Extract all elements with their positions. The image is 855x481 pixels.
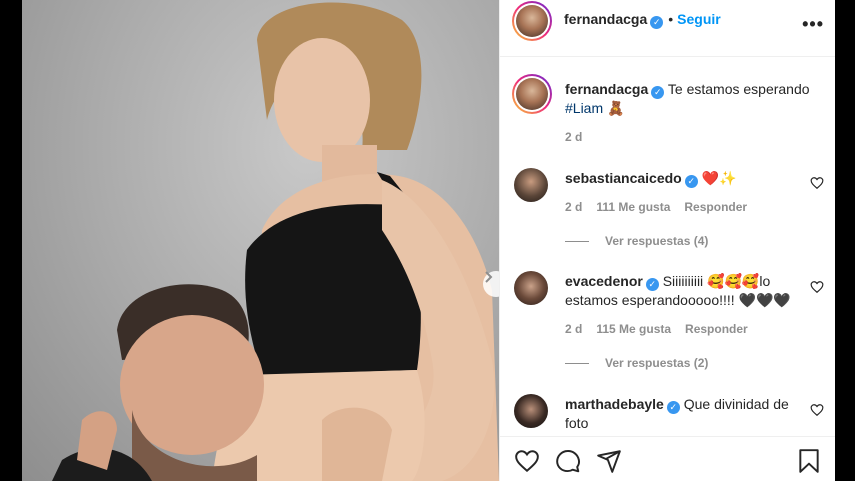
left-letterbox bbox=[0, 0, 22, 481]
comment-timestamp[interactable]: 2 d bbox=[565, 322, 582, 336]
comment-username[interactable]: sebastiancaicedo bbox=[565, 170, 682, 186]
comment-meta: 2 d 115 Me gusta Responder bbox=[565, 322, 762, 336]
screen: fernandacga ✓ • Seguir ••• fernandacga ✓ Te … bbox=[0, 0, 855, 481]
view-replies-button[interactable]: Ver respuestas (2) bbox=[565, 356, 708, 370]
post-side-panel: fernandacga ✓ • Seguir ••• fernandacga ✓ Te … bbox=[499, 0, 836, 481]
replies-divider bbox=[565, 363, 589, 365]
like-comment-heart-icon[interactable] bbox=[810, 403, 824, 417]
comment-username[interactable]: marthadebayle bbox=[565, 396, 664, 412]
caption-body: Te estamos esperando bbox=[667, 81, 810, 97]
verified-icon: ✓ bbox=[666, 401, 680, 414]
post-header: fernandacga ✓ • Seguir ••• bbox=[500, 0, 836, 57]
right-letterbox bbox=[835, 0, 855, 481]
caption-meta: 2 d bbox=[565, 130, 596, 144]
comment-username[interactable]: evacedenor bbox=[565, 273, 643, 289]
author-avatar[interactable] bbox=[512, 1, 552, 41]
comment-body: ❤️✨ bbox=[701, 170, 737, 186]
save-bookmark-icon[interactable] bbox=[796, 448, 822, 474]
caption-username[interactable]: fernandacga bbox=[565, 81, 648, 97]
author-username[interactable]: fernandacga bbox=[564, 11, 647, 27]
follow-button[interactable]: Seguir bbox=[677, 11, 721, 27]
view-replies-label: Ver respuestas (2) bbox=[605, 356, 709, 370]
view-replies-label: Ver respuestas (4) bbox=[605, 234, 709, 248]
comment-avatar[interactable] bbox=[514, 168, 548, 202]
separator-dot: • bbox=[668, 11, 674, 27]
post-photo[interactable] bbox=[22, 0, 499, 481]
replies-divider bbox=[565, 241, 589, 243]
like-heart-icon[interactable] bbox=[514, 448, 540, 474]
verified-icon: ✓ bbox=[650, 16, 664, 29]
reply-button[interactable]: Responder bbox=[685, 322, 748, 336]
comment-bubble-icon[interactable] bbox=[555, 448, 581, 474]
comment-timestamp[interactable]: 2 d bbox=[565, 200, 582, 214]
caption-author-avatar[interactable] bbox=[512, 74, 552, 114]
verified-icon: ✓ bbox=[651, 86, 665, 99]
caption-text: fernandacga ✓ Te estamos esperando #Liam … bbox=[565, 80, 825, 117]
reply-button[interactable]: Responder bbox=[684, 200, 747, 214]
comment-text: evacedenor ✓ Siiiiiiiiii 🥰🥰🥰lo estamos es… bbox=[565, 272, 805, 309]
comment-avatar[interactable] bbox=[514, 394, 548, 428]
verified-icon: ✓ bbox=[684, 175, 698, 188]
comment-text: sebastiancaicedo ✓ ❤️✨ bbox=[565, 169, 805, 188]
photo-illustration bbox=[52, 2, 499, 481]
share-paper-plane-icon[interactable] bbox=[596, 448, 622, 474]
header-author-line: fernandacga ✓ • Seguir bbox=[564, 11, 721, 29]
action-bar bbox=[500, 436, 836, 481]
comment-text: marthadebayle ✓ Que divinidad de foto bbox=[565, 395, 805, 432]
teddy-bear-icon: 🧸 bbox=[607, 100, 625, 116]
like-comment-heart-icon[interactable] bbox=[810, 176, 824, 190]
comment-meta: 2 d 111 Me gusta Responder bbox=[565, 200, 761, 214]
comment-like-count[interactable]: 115 Me gusta bbox=[596, 322, 671, 336]
comments-list: fernandacga ✓ Te estamos esperando #Liam … bbox=[500, 58, 836, 436]
verified-icon: ✓ bbox=[645, 278, 659, 291]
chevron-right-icon bbox=[485, 271, 493, 283]
caption-timestamp[interactable]: 2 d bbox=[565, 130, 582, 144]
view-replies-button[interactable]: Ver respuestas (4) bbox=[565, 234, 708, 248]
comment-like-count[interactable]: 111 Me gusta bbox=[596, 200, 670, 214]
more-options-icon[interactable]: ••• bbox=[802, 14, 824, 35]
comment-avatar[interactable] bbox=[514, 271, 548, 305]
hashtag-link[interactable]: #Liam bbox=[565, 100, 603, 116]
like-comment-heart-icon[interactable] bbox=[810, 280, 824, 294]
